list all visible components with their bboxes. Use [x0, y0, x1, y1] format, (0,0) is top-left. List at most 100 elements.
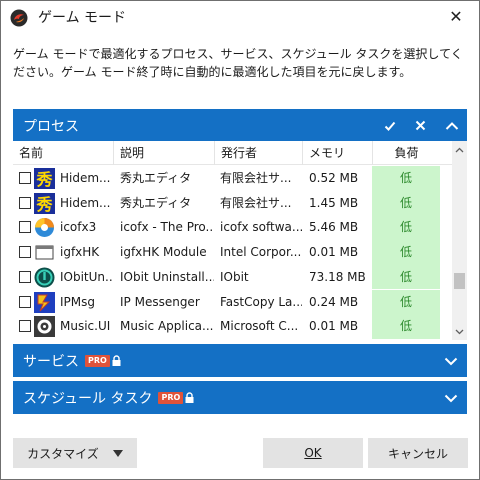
deselect-all-button[interactable] [405, 109, 436, 142]
cancel-button-label: キャンセル [387, 446, 448, 461]
column-header-publisher[interactable]: 発行者 [214, 141, 302, 165]
check-icon [384, 121, 395, 131]
lock-icon [112, 355, 121, 366]
tasks-panel-header[interactable]: スケジュール タスク PRO [13, 381, 467, 414]
process-panel-actions [374, 109, 467, 142]
process-description: Music Applica... [120, 319, 214, 334]
process-description: 秀丸エディタ [120, 195, 192, 210]
table-row[interactable]: IPMsg IP Messenger FastCopy La... 0.24 MB 低 [13, 289, 453, 315]
process-memory: 73.18 MB [309, 269, 366, 284]
x-icon [415, 120, 426, 131]
chevron-up-icon [445, 121, 458, 130]
pro-badge: PRO [158, 391, 194, 404]
process-publisher: Microsoft C... [220, 319, 299, 334]
icofx-icon [34, 217, 55, 238]
process-name: Hidem... [60, 171, 111, 185]
process-load: 低 [372, 190, 440, 216]
row-checkbox[interactable] [19, 246, 31, 259]
process-description: IObit Uninstall... [120, 269, 214, 284]
row-checkbox[interactable] [19, 221, 31, 234]
table-row[interactable]: 秀 Hidem... 秀丸エディタ 有限会社サ... 0.52 MB 低 [13, 166, 453, 191]
column-header-description[interactable]: 説明 [113, 141, 214, 165]
process-description: icofx - The Pro... [120, 220, 214, 235]
description-text: ゲーム モードで最適化するプロセス、サービス、スケジュール タスクを選択してくだ… [13, 47, 463, 79]
column-header-memory[interactable]: メモリ [302, 141, 372, 165]
window-icon [34, 242, 55, 263]
tasks-panel-title: スケジュール タスク [23, 390, 153, 407]
window-title: ゲーム モード [38, 10, 127, 26]
process-name: IPMsg [60, 294, 95, 309]
process-memory: 0.52 MB [309, 171, 359, 185]
select-all-button[interactable] [374, 109, 405, 142]
chevron-down-icon[interactable] [443, 353, 459, 369]
process-load: 低 [372, 314, 440, 339]
collapse-button[interactable] [436, 109, 467, 142]
process-publisher: icofx softwa... [220, 220, 302, 235]
table-header: 名前 説明 発行者 メモリ 負荷 [13, 141, 453, 165]
lock-icon [185, 392, 194, 403]
game-mode-dialog: ゲーム モード ✕ ゲーム モードで最適化するプロセス、サービス、スケジュール … [0, 0, 480, 480]
customize-button[interactable]: カスタマイズ [13, 438, 137, 468]
row-checkbox[interactable] [19, 270, 31, 283]
process-panel-header[interactable]: プロセス [13, 109, 467, 142]
column-header-load[interactable]: 負荷 [372, 141, 440, 165]
hidemaru-icon: 秀 [34, 192, 55, 214]
column-header-name[interactable]: 名前 [13, 141, 113, 165]
title-bar: ゲーム モード ✕ [1, 1, 479, 32]
process-name: Hidem... [60, 195, 111, 210]
process-publisher: IObit [220, 269, 249, 284]
pro-badge-label: PRO [158, 391, 184, 404]
row-checkbox[interactable] [19, 320, 31, 333]
process-publisher: FastCopy La... [220, 294, 302, 309]
row-checkbox[interactable] [19, 172, 31, 184]
cancel-button[interactable]: キャンセル [368, 438, 468, 468]
svg-text:秀: 秀 [35, 195, 52, 214]
table-row[interactable]: Music.UI Music Applica... Microsoft C... 0.… [13, 314, 453, 339]
row-checkbox[interactable] [19, 295, 31, 308]
process-description: 秀丸エディタ [120, 171, 192, 185]
services-panel-header[interactable]: サービス PRO [13, 344, 467, 377]
process-load: 低 [372, 264, 440, 290]
table-row[interactable]: igfxHK igfxHK Module Intel Corpor... 0.01 M… [13, 240, 453, 265]
table-row[interactable]: icofx3 icofx - The Pro... icofx softwa... 5… [13, 215, 453, 241]
ok-button[interactable]: OK [263, 438, 363, 468]
hidemaru-icon: 秀 [34, 168, 55, 189]
ipmsg-icon [34, 291, 55, 313]
process-description: IP Messenger [120, 294, 200, 309]
music-icon [34, 316, 55, 338]
svg-text:秀: 秀 [35, 170, 52, 189]
app-logo-icon [10, 9, 28, 27]
scroll-down-button[interactable] [452, 323, 467, 340]
process-name: igfxHK [60, 245, 100, 260]
close-button[interactable]: ✕ [433, 1, 479, 32]
process-memory: 5.46 MB [309, 220, 359, 235]
process-name: Music.UI [60, 319, 111, 334]
pro-badge-label: PRO [85, 354, 110, 367]
chevron-down-icon[interactable] [443, 390, 459, 406]
table-row[interactable]: 秀 Hidem... 秀丸エディタ 有限会社サ... 1.45 MB 低 [13, 190, 453, 216]
ok-button-label: OK [304, 446, 322, 460]
process-load: 低 [372, 240, 440, 265]
process-load: 低 [372, 289, 440, 315]
scrollbar-thumb[interactable] [454, 273, 465, 289]
dropdown-arrow-icon [112, 449, 123, 457]
process-name: IObitUn... [60, 269, 113, 284]
scroll-up-button[interactable] [452, 141, 467, 158]
table-row[interactable]: IObitUn... IObit Uninstall... IObit 73.18 M… [13, 264, 453, 290]
process-name: icofx3 [60, 220, 97, 235]
process-load: 低 [372, 215, 440, 241]
vertical-scrollbar[interactable] [452, 141, 467, 340]
process-publisher: 有限会社サ... [220, 171, 292, 185]
process-publisher: 有限会社サ... [220, 195, 292, 210]
customize-button-label: カスタマイズ [27, 446, 99, 461]
iobit-uninstaller-icon [34, 267, 55, 288]
scroll-down-icon [455, 329, 464, 334]
pro-badge: PRO [85, 354, 121, 367]
process-memory: 0.01 MB [309, 319, 359, 334]
process-publisher: Intel Corpor... [220, 245, 302, 260]
row-checkbox[interactable] [19, 196, 31, 209]
process-memory: 0.24 MB [309, 294, 359, 309]
process-panel-title: プロセス [23, 118, 79, 135]
process-description: igfxHK Module [120, 245, 207, 260]
process-table: 名前 説明 発行者 メモリ 負荷 秀 Hidem... 秀丸エディタ 有限会社サ...… [13, 141, 467, 340]
